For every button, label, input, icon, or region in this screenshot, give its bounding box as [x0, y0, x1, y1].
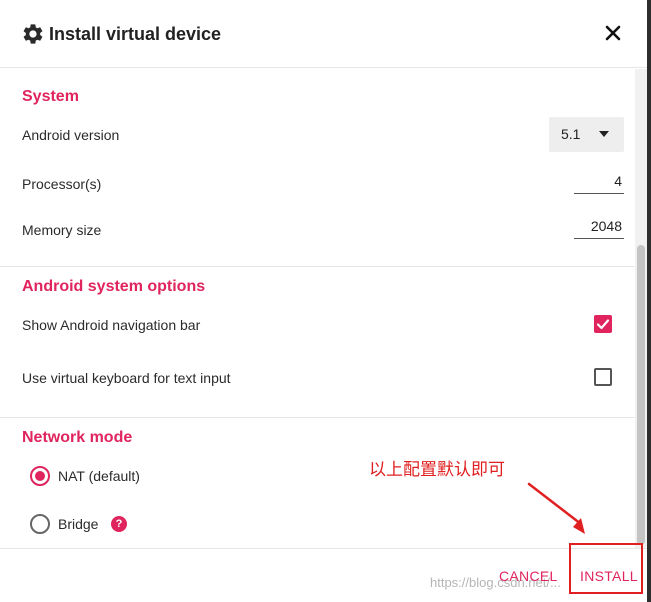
- virtual-keyboard-checkbox[interactable]: [594, 368, 612, 386]
- scrollbar-thumb[interactable]: [637, 245, 645, 545]
- cancel-button[interactable]: CANCEL: [499, 568, 558, 584]
- section-title-network-mode: Network mode: [22, 429, 133, 446]
- dialog-title: Install virtual device: [49, 24, 222, 44]
- install-highlight-box: [569, 543, 643, 594]
- section-title-system: System: [22, 88, 79, 105]
- memory-size-input[interactable]: 2048: [574, 215, 624, 239]
- processors-label: Processor(s): [22, 176, 102, 192]
- checkmark-icon: [596, 319, 610, 330]
- memory-size-label: Memory size: [22, 222, 102, 238]
- help-icon[interactable]: ?: [111, 516, 127, 532]
- window-edge: [647, 0, 651, 602]
- annotation-arrow-icon: [527, 482, 585, 534]
- close-icon[interactable]: [603, 23, 623, 43]
- install-virtual-device-dialog: Install virtual device System Android ve…: [0, 0, 651, 602]
- radio-nat[interactable]: [30, 466, 50, 486]
- chevron-down-icon: [599, 131, 609, 137]
- gear-icon: [23, 24, 43, 44]
- nav-bar-checkbox[interactable]: [594, 315, 612, 333]
- section-title-android-options: Android system options: [22, 278, 206, 295]
- divider: [0, 266, 635, 267]
- android-version-select[interactable]: 5.1: [549, 117, 624, 152]
- processors-input[interactable]: 4: [574, 170, 624, 194]
- dialog-header: Install virtual device: [0, 0, 651, 68]
- annotation-text: 以上配置默认即可: [369, 460, 505, 480]
- divider: [0, 417, 635, 418]
- nav-bar-label: Show Android navigation bar: [22, 317, 201, 333]
- radio-bridge-label: Bridge: [58, 516, 99, 532]
- radio-nat-label: NAT (default): [58, 468, 140, 484]
- android-version-value: 5.1: [561, 126, 581, 142]
- radio-bridge[interactable]: [30, 514, 50, 534]
- virtual-keyboard-label: Use virtual keyboard for text input: [22, 370, 231, 386]
- android-version-label: Android version: [22, 127, 120, 143]
